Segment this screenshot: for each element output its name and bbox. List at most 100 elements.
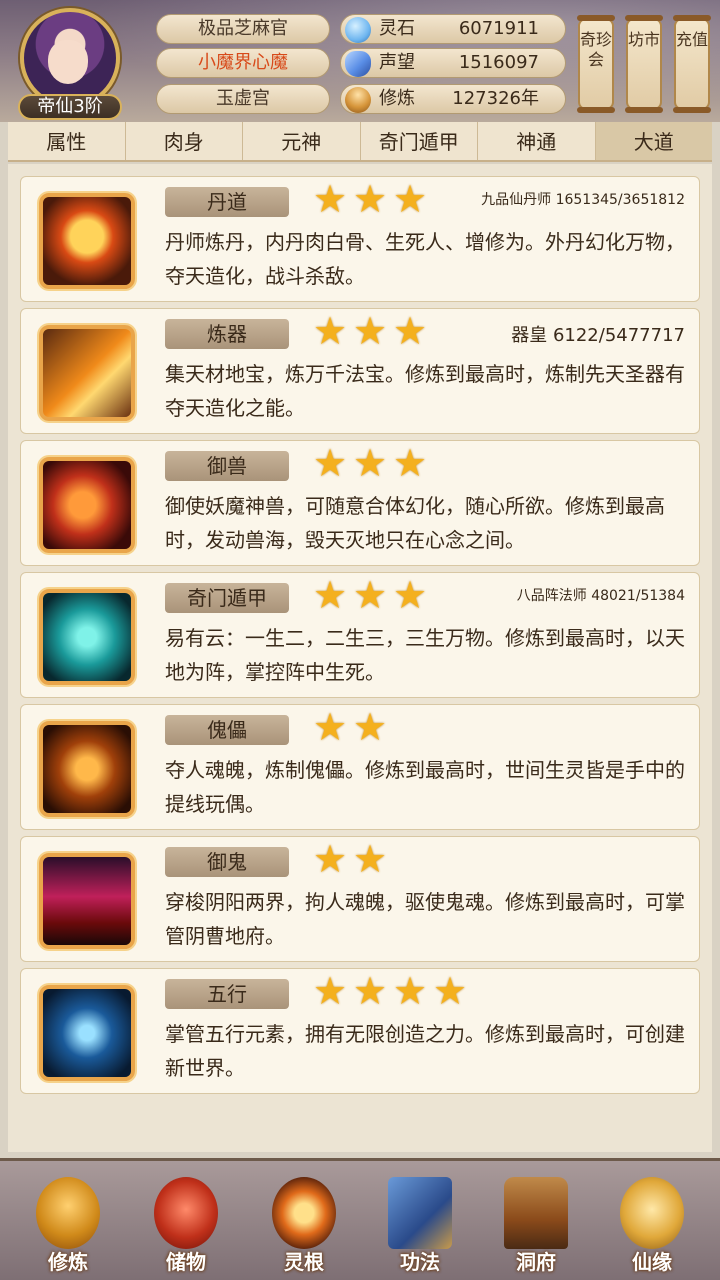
reputation-crystal-icon	[345, 51, 371, 77]
rank-progress: 器皇 6122/5477717	[511, 325, 685, 346]
nav-label: 洞府	[516, 1250, 556, 1274]
spirit-stone-icon	[345, 17, 371, 43]
card-description: 丹师炼丹，内丹肉白骨、生死人、增修为。外丹幻化万物，夺天造化，战斗杀敌。	[165, 230, 685, 288]
star-rating: ★ ★ ★	[313, 573, 429, 617]
star-icon: ★	[313, 705, 348, 749]
nav-cultivate[interactable]: 修炼	[18, 1171, 118, 1280]
card-name: 傀儡	[165, 715, 289, 745]
rank-badge: 帝仙3阶	[18, 94, 122, 120]
technique-book-icon	[388, 1177, 452, 1249]
stat-value: 127326年	[452, 88, 539, 109]
fortune-gourd-icon	[620, 1177, 684, 1249]
storage-bag-icon	[154, 1177, 218, 1249]
star-rating: ★ ★ ★	[313, 441, 429, 485]
player-avatar[interactable]: 帝仙3阶	[14, 6, 126, 120]
star-icon: ★	[393, 309, 428, 353]
card-description: 集天材地宝，炼万千法宝。修炼到最高时，炼制先天圣器有夺天造化之能。	[165, 362, 685, 420]
stat-cultivation: 修炼 127326年	[340, 84, 566, 114]
star-icon: ★	[353, 573, 388, 617]
market-button[interactable]: 坊市	[625, 15, 663, 113]
list-item[interactable]: 御兽 ★ ★ ★ 御使妖魔神兽，可随意合体幻化，随心所欲。修炼到最高时，发动兽海，毁…	[20, 440, 700, 566]
card-description: 易有云：一生二，二生三，三生万物。修炼到最高时，以天地为阵，掌控阵中生死。	[165, 626, 685, 684]
card-name: 炼器	[165, 319, 289, 349]
star-icon: ★	[313, 309, 348, 353]
top-header: 帝仙3阶 极品芝麻官 小魔界心魔 玉虚宫 灵石 6071911 声望 15160…	[0, 0, 720, 122]
nav-storage[interactable]: 储物	[136, 1171, 236, 1280]
tab-spirit[interactable]: 元神	[243, 122, 361, 160]
meditation-icon	[345, 87, 371, 113]
rank-progress: 九品仙丹师 1651345/3651812	[481, 192, 685, 208]
star-rating: ★ ★ ★ ★	[313, 969, 469, 1013]
card-description: 掌管五行元素，拥有无限创造之力。修炼到最高时，可创建新世界。	[165, 1022, 685, 1080]
star-icon: ★	[393, 441, 428, 485]
star-rating: ★ ★	[313, 705, 389, 749]
nav-label: 修炼	[48, 1250, 88, 1274]
five-elements-icon	[39, 985, 135, 1081]
list-item[interactable]: 炼器 ★ ★ ★ 器皇 6122/5477717 集天材地宝，炼万千法宝。修炼到最高…	[20, 308, 700, 434]
tab-dao[interactable]: 大道	[595, 122, 712, 160]
card-description: 御使妖魔神兽，可随意合体幻化，随心所欲。修炼到最高时，发动兽海，毁天灭地只在心念…	[165, 494, 665, 552]
stat-label: 修炼	[379, 88, 415, 109]
stat-value: 1516097	[458, 52, 539, 73]
list-item[interactable]: 丹道 ★ ★ ★ 九品仙丹师 1651345/3651812 丹师炼丹，内丹肉白骨、…	[20, 176, 700, 302]
star-icon: ★	[353, 177, 388, 221]
nav-cave[interactable]: 洞府	[486, 1171, 586, 1280]
star-icon: ★	[313, 837, 348, 881]
card-name: 五行	[165, 979, 289, 1009]
star-rating: ★ ★ ★	[313, 309, 429, 353]
card-name: 丹道	[165, 187, 289, 217]
card-name: 御鬼	[165, 847, 289, 877]
forging-hammer-icon	[39, 325, 135, 421]
list-item[interactable]: 御鬼 ★ ★ 穿梭阴阳两界，拘人魂魄，驱使鬼魂。修炼到最高时，可掌管阴曹地府。	[20, 836, 700, 962]
star-icon: ★	[353, 441, 388, 485]
card-description: 夺人魂魄，炼制傀儡。修炼到最高时，世间生灵皆是手中的提线玩偶。	[165, 758, 685, 816]
formation-icon	[39, 589, 135, 685]
rank-progress: 八品阵法师 48021/51384	[516, 588, 685, 604]
star-icon: ★	[313, 573, 348, 617]
star-icon: ★	[393, 573, 428, 617]
nav-label: 功法	[400, 1250, 440, 1274]
beast-icon	[39, 457, 135, 553]
nav-label: 仙缘	[632, 1250, 672, 1274]
star-icon: ★	[313, 441, 348, 485]
stat-reputation: 声望 1516097	[340, 48, 566, 78]
star-icon: ★	[353, 309, 388, 353]
nav-fortune[interactable]: 仙缘	[602, 1171, 702, 1280]
tab-body[interactable]: 肉身	[126, 122, 243, 160]
stat-label: 声望	[379, 52, 415, 73]
nav-label: 灵根	[284, 1250, 324, 1274]
tab-attributes[interactable]: 属性	[8, 122, 126, 160]
title-plate-1[interactable]: 极品芝麻官	[156, 14, 330, 44]
star-rating: ★ ★ ★	[313, 177, 429, 221]
star-icon: ★	[313, 177, 348, 221]
treasure-market-button[interactable]: 奇珍会	[577, 15, 615, 113]
avatar-face	[48, 40, 88, 84]
stat-label: 灵石	[379, 18, 415, 39]
star-icon: ★	[433, 969, 468, 1013]
tab-abilities[interactable]: 神通	[478, 122, 596, 160]
stat-spirit-stone: 灵石 6071911	[340, 14, 566, 44]
nav-technique[interactable]: 功法	[370, 1171, 470, 1280]
star-icon: ★	[353, 837, 388, 881]
nav-spirit-root[interactable]: 灵根	[254, 1171, 354, 1280]
recharge-button[interactable]: 充值	[673, 15, 711, 113]
dao-list[interactable]: 丹道 ★ ★ ★ 九品仙丹师 1651345/3651812 丹师炼丹，内丹肉白骨、…	[8, 164, 712, 1152]
list-item[interactable]: 奇门遁甲 ★ ★ ★ 八品阵法师 48021/51384 易有云：一生二，二生三，三…	[20, 572, 700, 698]
tab-qimen[interactable]: 奇门遁甲	[361, 122, 478, 160]
alchemy-pill-icon	[39, 193, 135, 289]
cave-palace-icon	[504, 1177, 568, 1249]
title-plate-3[interactable]: 玉虚宫	[156, 84, 330, 114]
star-icon: ★	[393, 969, 428, 1013]
star-icon: ★	[353, 705, 388, 749]
title-plate-2[interactable]: 小魔界心魔	[156, 48, 330, 78]
puppet-icon	[39, 721, 135, 817]
star-icon: ★	[353, 969, 388, 1013]
nav-label: 储物	[166, 1250, 206, 1274]
card-description: 穿梭阴阳两界，拘人魂魄，驱使鬼魂。修炼到最高时，可掌管阴曹地府。	[165, 890, 685, 948]
list-item[interactable]: 傀儡 ★ ★ 夺人魂魄，炼制傀儡。修炼到最高时，世间生灵皆是手中的提线玩偶。	[20, 704, 700, 830]
star-icon: ★	[313, 969, 348, 1013]
stat-value: 6071911	[458, 18, 539, 39]
star-icon: ★	[393, 177, 428, 221]
list-item[interactable]: 五行 ★ ★ ★ ★ 掌管五行元素，拥有无限创造之力。修炼到最高时，可创建新世界。	[20, 968, 700, 1094]
spirit-root-icon	[272, 1177, 336, 1249]
